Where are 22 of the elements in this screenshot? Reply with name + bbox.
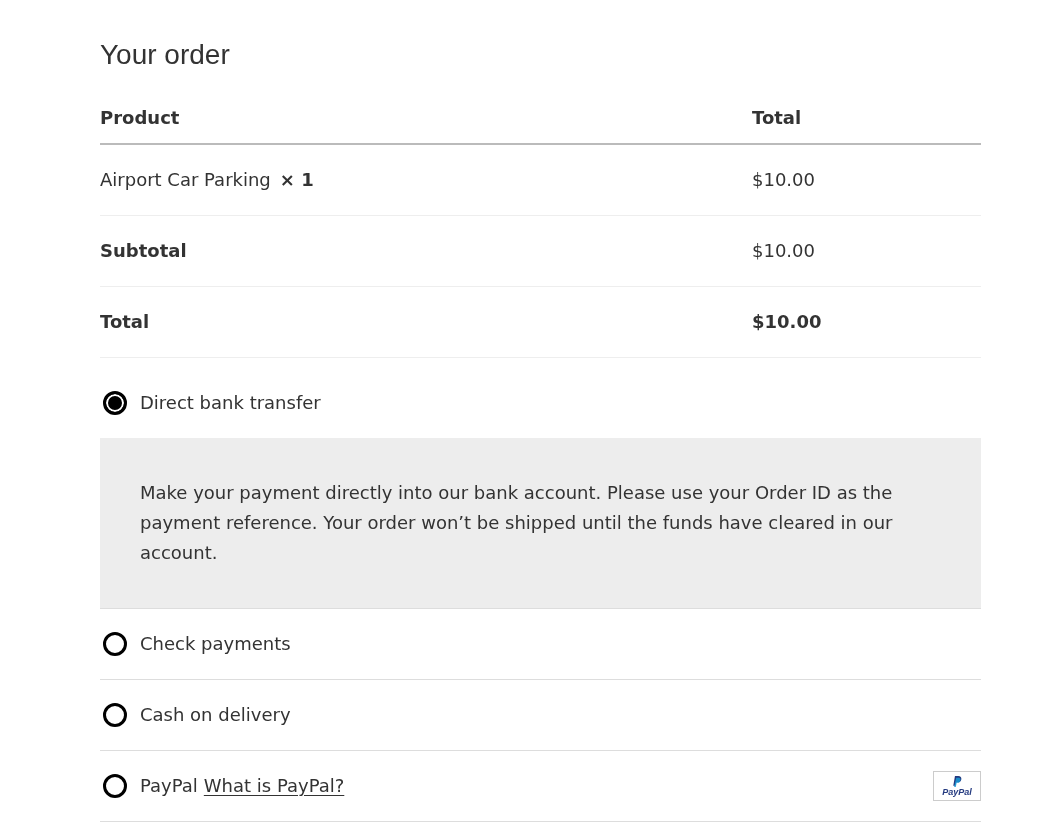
p-mark-icon (952, 775, 962, 787)
radio-button[interactable] (103, 391, 127, 415)
payment-description: Make your payment directly into our bank account. Please use your Order ID as the payment reference. Your order won’t be shipped until the funds have cleared in our account. (100, 438, 981, 608)
total-price: $10.00 (752, 310, 822, 334)
radio-button[interactable] (103, 774, 127, 798)
payment-method-label[interactable]: Check payments (140, 632, 291, 656)
row-label: Subtotal (100, 239, 187, 263)
product-name: Airport Car Parking (100, 168, 271, 192)
column-header: Total (752, 106, 802, 130)
section-heading: Your order (100, 38, 230, 72)
radio-button[interactable] (103, 632, 127, 656)
radio-button[interactable] (103, 703, 127, 727)
payment-method-label[interactable]: PayPal (140, 774, 198, 798)
quantity: × 1 (279, 168, 314, 192)
payment-method-label[interactable]: Direct bank transfer (140, 391, 321, 415)
column-header: Product (100, 106, 180, 130)
payment-method-label[interactable]: Cash on delivery (140, 703, 291, 727)
price: $10.00 (752, 239, 815, 263)
payment-logo: PayPal (933, 771, 981, 801)
row-label: Total (100, 310, 150, 334)
info-link[interactable]: What is PayPal? (203, 774, 345, 798)
price: $10.00 (752, 168, 815, 192)
